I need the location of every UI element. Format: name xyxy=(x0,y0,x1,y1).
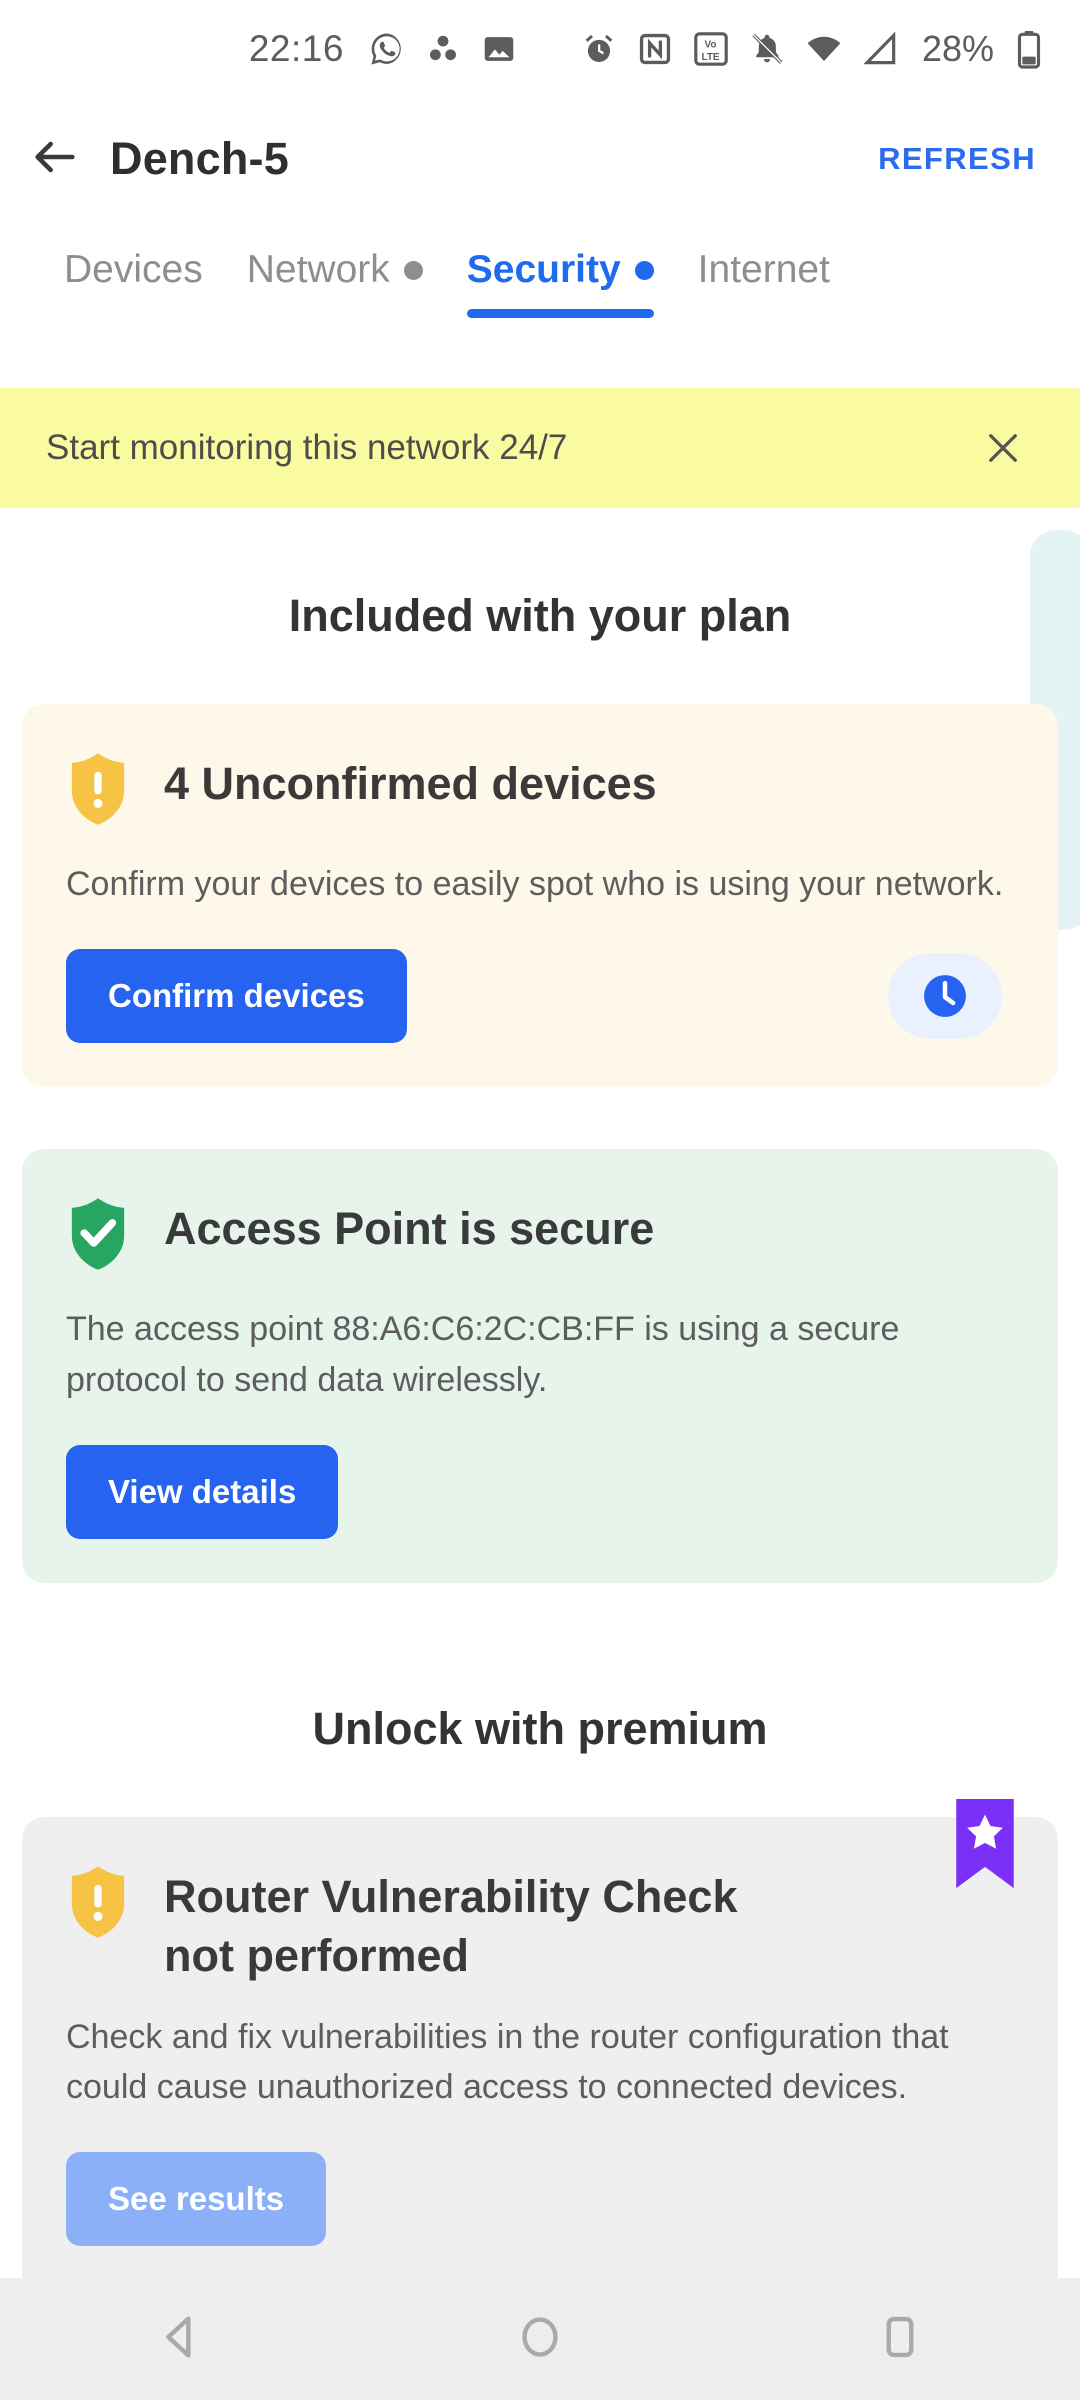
warning-shield-icon xyxy=(66,1863,130,1946)
svg-text:LTE: LTE xyxy=(701,52,719,63)
section-title-included: Included with your plan xyxy=(288,590,792,641)
nav-recents-icon xyxy=(875,2312,925,2367)
wifi-icon xyxy=(804,30,844,68)
see-results-button[interactable]: See results xyxy=(66,2152,327,2247)
tab-security[interactable]: Security xyxy=(445,236,676,318)
card-unconfirmed-devices[interactable]: 4 Unconfirmed devices Confirm your devic… xyxy=(22,704,1058,1088)
volte-icon: Vo LTE xyxy=(692,30,730,68)
tab-internet[interactable]: Internet xyxy=(676,236,852,292)
tab-security-label: Security xyxy=(466,248,621,291)
tab-devices-label: Devices xyxy=(64,248,203,291)
app-bar: Dench-5 REFRESH xyxy=(0,98,1080,220)
nfc-icon xyxy=(636,30,674,68)
card-unconfirmed-devices-title: 4 Unconfirmed devices xyxy=(164,758,657,809)
premium-star-ribbon-icon xyxy=(952,1798,1018,1896)
tab-network-status-dot xyxy=(403,260,423,280)
check-shield-icon xyxy=(66,1195,130,1278)
card-access-point-secure-description: The access point 88:A6:C6:2C:CB:FF is us… xyxy=(66,1310,900,1399)
confirm-devices-button[interactable]: Confirm devices xyxy=(66,949,407,1044)
back-button[interactable] xyxy=(0,131,110,188)
mute-bell-icon xyxy=(748,30,786,68)
tab-active-indicator xyxy=(466,309,654,318)
system-navigation-bar xyxy=(0,2278,1080,2400)
warning-shield-icon xyxy=(66,750,130,833)
battery-percent-label: 28% xyxy=(921,28,994,69)
cluster-dots-icon xyxy=(424,30,462,68)
tab-internet-label: Internet xyxy=(697,248,830,291)
card-access-point-secure-title: Access Point is secure xyxy=(164,1203,655,1255)
alarm-clock-icon xyxy=(580,30,618,68)
card-router-vulnerability-title: Router Vulnerability Check not performed xyxy=(164,1870,738,1982)
card-router-vulnerability[interactable]: Router Vulnerability Check not performed… xyxy=(22,1798,1058,2278)
cellular-signal-icon xyxy=(862,30,900,68)
status-bar: 22:16 Vo LTE 28% xyxy=(0,0,1080,98)
clock-icon[interactable] xyxy=(888,953,1002,1040)
monitoring-banner[interactable]: Start monitoring this network 24/7 xyxy=(0,388,1080,508)
back-arrow-icon xyxy=(29,131,81,188)
section-title-premium: Unlock with premium xyxy=(312,1702,768,1754)
nav-home-button[interactable] xyxy=(460,2312,620,2367)
security-content: Included with your plan 4 Unconfirmed de… xyxy=(0,508,1080,2278)
page-title: Dench-5 xyxy=(110,133,289,184)
phone-screen: 22:16 Vo LTE 28% Dench-5 REFRESH Devices… xyxy=(0,0,1080,2400)
battery-icon xyxy=(1014,29,1044,69)
tab-network[interactable]: Network xyxy=(225,236,445,292)
nav-back-button[interactable] xyxy=(100,2312,260,2367)
status-bar-clock: 22:16 xyxy=(248,28,344,69)
card-access-point-secure[interactable]: Access Point is secure The access point … xyxy=(22,1149,1058,1583)
refresh-button[interactable]: REFRESH xyxy=(878,141,1036,177)
nav-recents-button[interactable] xyxy=(820,2312,980,2367)
monitoring-banner-text: Start monitoring this network 24/7 xyxy=(46,428,568,467)
svg-text:Vo: Vo xyxy=(704,40,716,51)
close-icon[interactable] xyxy=(982,427,1024,469)
tab-network-label: Network xyxy=(246,248,390,291)
tab-bar: Devices Network Security Internet xyxy=(0,236,1080,366)
card-router-vulnerability-description: Check and fix vulnerabilities in the rou… xyxy=(66,2017,949,2107)
card-unconfirmed-devices-description: Confirm your devices to easily spot who … xyxy=(66,865,1004,903)
tab-security-status-dot xyxy=(634,260,654,280)
nav-back-icon xyxy=(155,2312,205,2367)
whatsapp-icon xyxy=(368,30,406,68)
view-details-button[interactable]: View details xyxy=(66,1444,339,1539)
tab-devices[interactable]: Devices xyxy=(42,236,225,292)
gallery-image-icon xyxy=(480,30,518,68)
nav-home-icon xyxy=(515,2312,565,2367)
